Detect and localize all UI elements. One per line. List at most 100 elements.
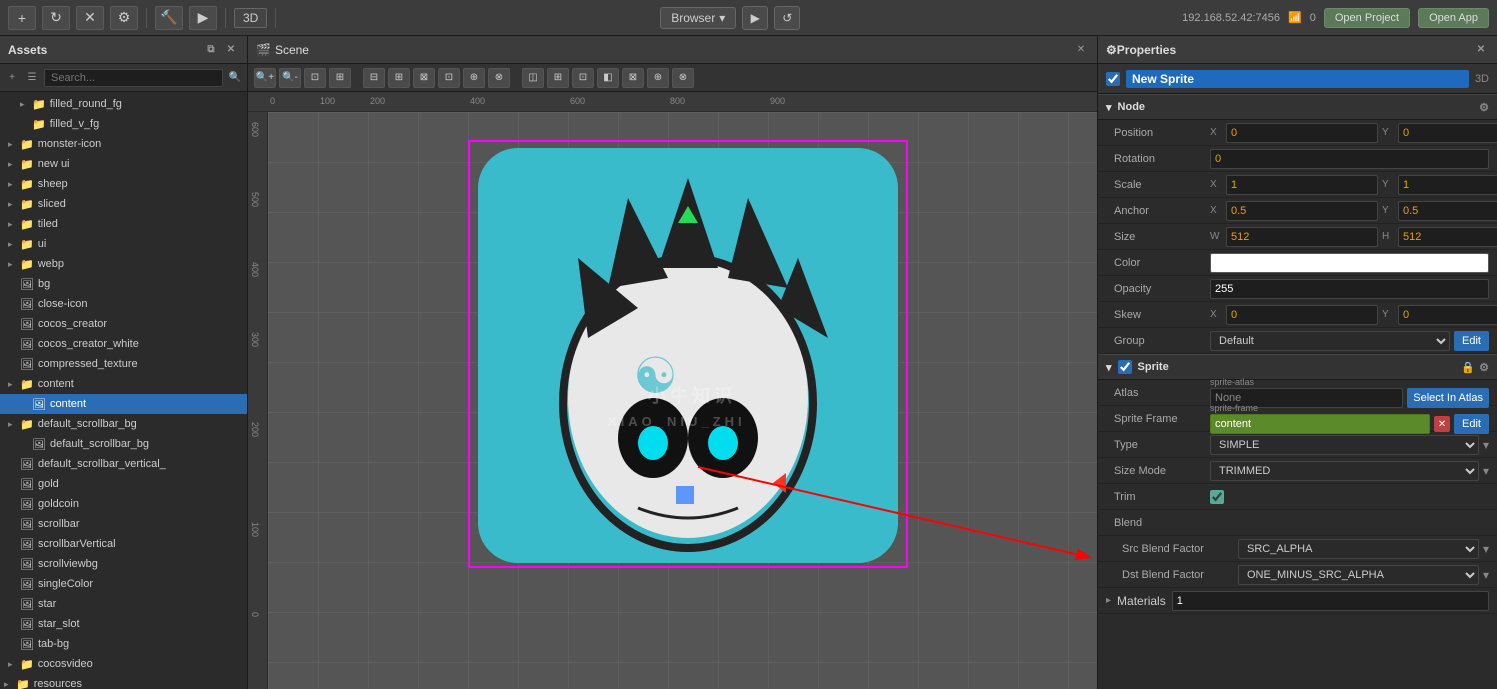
- snap6-btn[interactable]: ⊕: [647, 68, 669, 88]
- snap7-btn[interactable]: ⊗: [672, 68, 694, 88]
- grid-btn[interactable]: ⊞: [329, 68, 351, 88]
- src-blend-select[interactable]: SRC_ALPHA: [1238, 539, 1479, 559]
- tree-item[interactable]: ▸ 📁 tiled: [0, 214, 247, 234]
- tree-item[interactable]: ▸ 📁 new ui: [0, 154, 247, 174]
- color-swatch[interactable]: [1210, 253, 1489, 273]
- snap3-btn[interactable]: ⊡: [572, 68, 594, 88]
- snap1-btn[interactable]: ◫: [522, 68, 544, 88]
- sprite-lock-icon[interactable]: 🔒: [1461, 361, 1475, 374]
- scale-y-input[interactable]: [1398, 175, 1497, 195]
- browser-btn[interactable]: Browser ▾: [660, 7, 736, 29]
- tree-item[interactable]: 🖼 bg: [0, 274, 247, 294]
- anchor-x-input[interactable]: [1226, 201, 1378, 221]
- size-mode-chevron-icon: ▾: [1483, 464, 1489, 478]
- tree-item[interactable]: 🖼 cocos_creator: [0, 314, 247, 334]
- tree-item[interactable]: 🖼 gold: [0, 474, 247, 494]
- tree-item[interactable]: ▸ 📁 cocosvideo: [0, 654, 247, 674]
- snap4-btn[interactable]: ◧: [597, 68, 619, 88]
- skew-x-input[interactable]: [1226, 305, 1378, 325]
- tree-item[interactable]: ▸ 📁 sliced: [0, 194, 247, 214]
- tree-item[interactable]: 🖼 tab-bg: [0, 634, 247, 654]
- 3d-toggle[interactable]: 3D: [234, 8, 267, 28]
- tree-item[interactable]: 🖼 scrollbarVertical: [0, 534, 247, 554]
- assets-copy-btn[interactable]: ⧉: [203, 42, 219, 58]
- sprite-enable-check[interactable]: [1118, 360, 1132, 374]
- node-gear-icon[interactable]: ⚙: [1479, 101, 1489, 114]
- tool3-btn[interactable]: ⊠: [413, 68, 435, 88]
- open-app-btn[interactable]: Open App: [1418, 8, 1489, 28]
- tree-item[interactable]: 📁 filled_v_fg: [0, 114, 247, 134]
- tool6-btn[interactable]: ⊗: [488, 68, 510, 88]
- opacity-input[interactable]: [1210, 279, 1489, 299]
- tree-item[interactable]: 🖼 scrollviewbg: [0, 554, 247, 574]
- assets-filter-btn[interactable]: ☰: [24, 70, 40, 86]
- tree-item[interactable]: 🖼 default_scrollbar_bg: [0, 434, 247, 454]
- tree-item[interactable]: ▸ 📁 default_scrollbar_bg: [0, 414, 247, 434]
- scene-viewport[interactable]: Drag with right mouse button to pan view…: [248, 92, 1097, 689]
- tree-item[interactable]: 🖼 singleColor: [0, 574, 247, 594]
- tree-item[interactable]: ▸ 📁 content: [0, 374, 247, 394]
- settings-btn[interactable]: ⚙: [110, 6, 138, 30]
- canvas-area[interactable]: ☯: [268, 112, 1097, 689]
- add-btn[interactable]: +: [8, 6, 36, 30]
- tree-item[interactable]: 🖼 compressed_texture: [0, 354, 247, 374]
- tool5-btn[interactable]: ⊕: [463, 68, 485, 88]
- tree-item[interactable]: 🖼 goldcoin: [0, 494, 247, 514]
- materials-value-input[interactable]: [1172, 591, 1489, 611]
- group-edit-btn[interactable]: Edit: [1454, 331, 1489, 351]
- tree-item[interactable]: ▸ 📁 sheep: [0, 174, 247, 194]
- tool1-btn[interactable]: ⊟: [363, 68, 385, 88]
- tree-item[interactable]: ▸ 📁 webp: [0, 254, 247, 274]
- search-icon[interactable]: 🔍: [227, 70, 243, 86]
- zoom-out-btn[interactable]: 🔍-: [279, 68, 301, 88]
- group-select[interactable]: Default: [1210, 331, 1450, 351]
- open-project-btn[interactable]: Open Project: [1324, 8, 1410, 28]
- size-h-input[interactable]: [1398, 227, 1497, 247]
- position-x-input[interactable]: [1226, 123, 1378, 143]
- position-y-input[interactable]: [1398, 123, 1497, 143]
- build-btn[interactable]: 🔨: [155, 6, 183, 30]
- tree-item[interactable]: ▸ 📁 monster-icon: [0, 134, 247, 154]
- zoom-fit-btn[interactable]: ⊡: [304, 68, 326, 88]
- sprite-name-input[interactable]: [1126, 70, 1469, 88]
- refresh-btn[interactable]: ↻: [42, 6, 70, 30]
- tree-item[interactable]: ▸ 📁 filled_round_fg: [0, 94, 247, 114]
- assets-close-btn[interactable]: ✕: [223, 42, 239, 58]
- skew-y-input[interactable]: [1398, 305, 1497, 325]
- tree-item[interactable]: 🖼 default_scrollbar_vertical_: [0, 454, 247, 474]
- tree-item[interactable]: 🖼 star: [0, 594, 247, 614]
- tool4-btn[interactable]: ⊡: [438, 68, 460, 88]
- tree-item[interactable]: 🖼 cocos_creator_white: [0, 334, 247, 354]
- type-select[interactable]: SIMPLE: [1210, 435, 1479, 455]
- size-w-input[interactable]: [1226, 227, 1378, 247]
- size-mode-select[interactable]: TRIMMED: [1210, 461, 1479, 481]
- sprite-gear-icon[interactable]: ⚙: [1479, 361, 1489, 374]
- play-btn[interactable]: ▶: [742, 6, 768, 30]
- rotation-input[interactable]: [1210, 149, 1489, 169]
- scale-x-input[interactable]: [1226, 175, 1378, 195]
- tree-item[interactable]: 🖼 scrollbar: [0, 514, 247, 534]
- scene-close-btn[interactable]: ✕: [1073, 42, 1089, 58]
- trim-check[interactable]: [1210, 490, 1224, 504]
- tool2-btn[interactable]: ⊞: [388, 68, 410, 88]
- preview-btn[interactable]: ▶: [189, 6, 217, 30]
- sprite-enable-check[interactable]: [1106, 72, 1120, 86]
- tree-item[interactable]: 🖼 content: [0, 394, 247, 414]
- sprite-frame-edit-btn[interactable]: Edit: [1454, 414, 1489, 434]
- zoom-in-btn[interactable]: 🔍+: [254, 68, 276, 88]
- tree-item[interactable]: ▸ 📁 resources: [0, 674, 247, 689]
- stop-btn[interactable]: ↺: [774, 6, 800, 30]
- assets-search-input[interactable]: [44, 69, 223, 87]
- snap5-btn[interactable]: ⊠: [622, 68, 644, 88]
- sprite-frame-clear-btn[interactable]: ✕: [1434, 416, 1450, 432]
- anchor-y-input[interactable]: [1398, 201, 1497, 221]
- props-close-btn[interactable]: ✕: [1473, 42, 1489, 58]
- dst-blend-select[interactable]: ONE_MINUS_SRC_ALPHA: [1238, 565, 1479, 585]
- close-btn[interactable]: ✕: [76, 6, 104, 30]
- tree-item[interactable]: 🖼 close-icon: [0, 294, 247, 314]
- assets-add-btn[interactable]: +: [4, 70, 20, 86]
- sprite-frame-value-input[interactable]: [1210, 414, 1430, 434]
- snap2-btn[interactable]: ⊞: [547, 68, 569, 88]
- tree-item[interactable]: 🖼 star_slot: [0, 614, 247, 634]
- tree-item[interactable]: ▸ 📁 ui: [0, 234, 247, 254]
